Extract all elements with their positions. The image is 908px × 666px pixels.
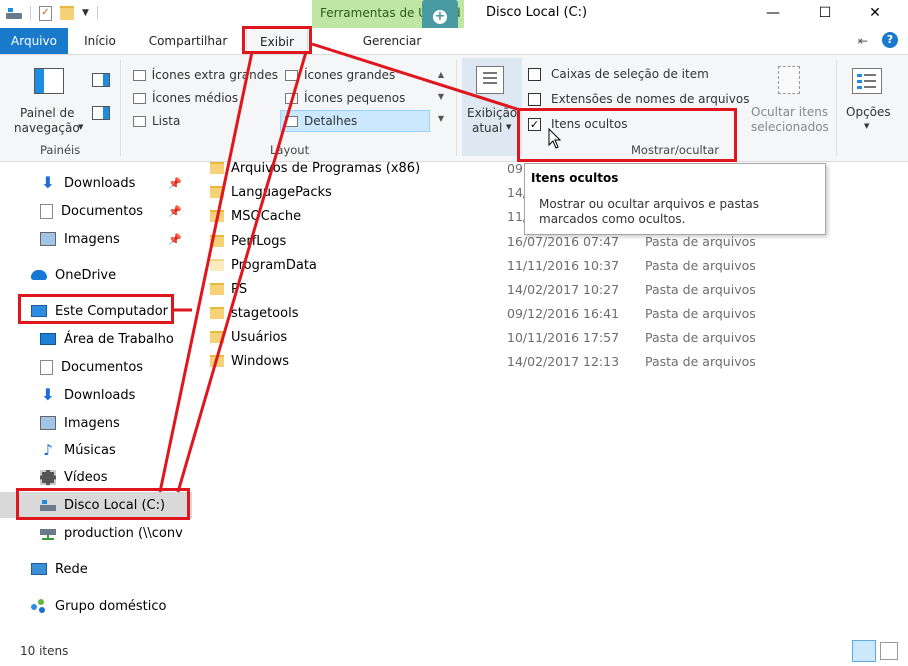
item-count: 10 itens [20, 644, 69, 658]
annotation-line [176, 51, 308, 493]
annotation-line [158, 51, 254, 493]
annotation-line [311, 42, 521, 112]
status-bar: 10 itens [0, 638, 908, 666]
details-view-icon[interactable] [852, 640, 876, 662]
annotation-box-local-disk [16, 488, 190, 520]
annotation-box-this-pc [18, 294, 174, 324]
annotation-box-hidden-items [517, 108, 737, 162]
annotation-lines [158, 42, 521, 493]
annotation-box-exibir [242, 26, 312, 54]
large-icons-view-icon[interactable] [880, 642, 898, 660]
